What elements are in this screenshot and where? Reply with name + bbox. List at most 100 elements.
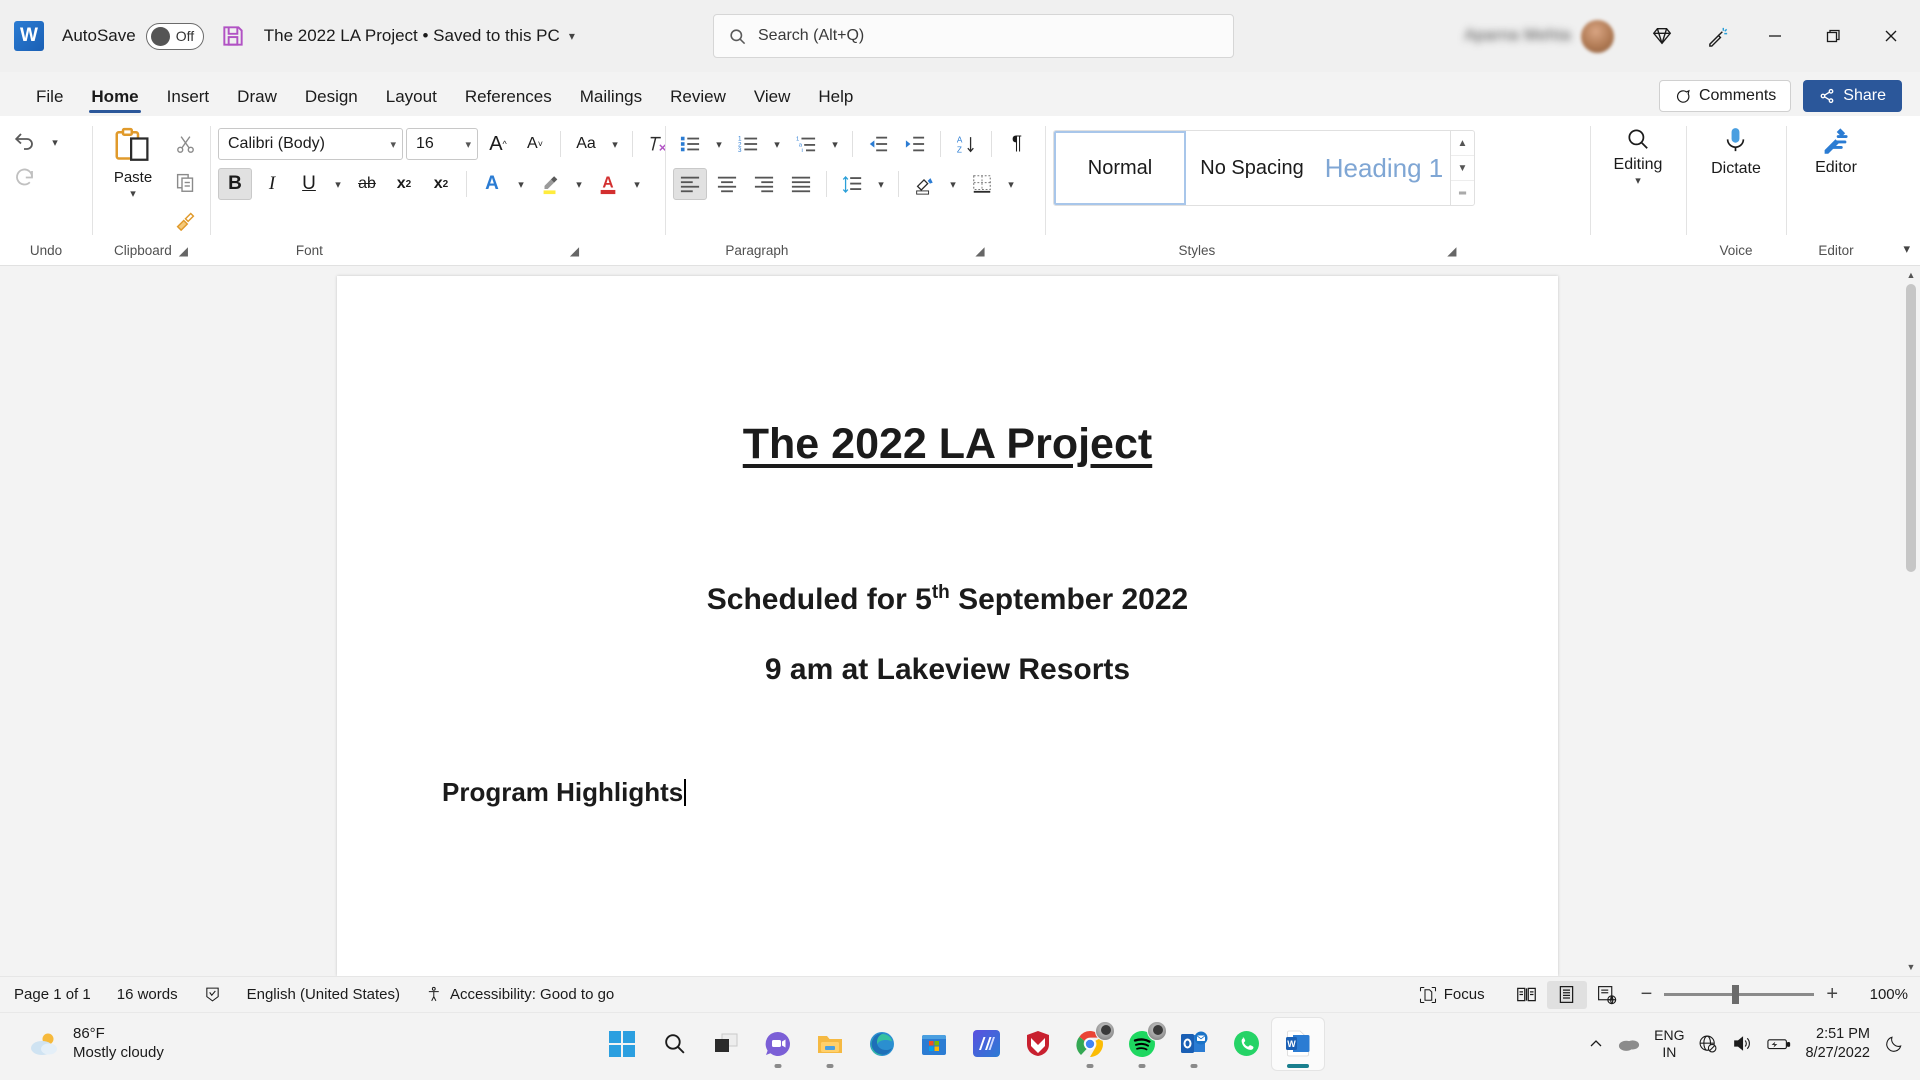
style-no-spacing[interactable]: No Spacing	[1186, 131, 1318, 205]
scroll-down-icon[interactable]: ▼	[1902, 958, 1920, 976]
mcafee-button[interactable]	[1012, 1018, 1064, 1070]
moon-icon[interactable]	[1884, 1034, 1904, 1054]
zoom-slider[interactable]	[1664, 993, 1814, 996]
style-normal[interactable]: Normal	[1054, 131, 1186, 205]
ribbon-collapse-icon[interactable]: ▾	[1903, 241, 1910, 257]
accessibility-status[interactable]: Accessibility: Good to go	[426, 986, 614, 1003]
styles-more-icon[interactable]: ═	[1451, 180, 1474, 205]
web-layout-view-button[interactable]	[1587, 981, 1627, 1009]
word-count[interactable]: 16 words	[117, 986, 178, 1003]
minimize-button[interactable]	[1746, 0, 1804, 72]
teams-chat-button[interactable]	[752, 1018, 804, 1070]
onedrive-icon[interactable]	[1618, 1036, 1640, 1052]
dictate-button[interactable]: Dictate	[1711, 126, 1761, 178]
subscript-icon[interactable]: x2	[387, 168, 421, 200]
microsoft-word-button[interactable]: W	[1272, 1018, 1324, 1070]
zoom-slider-thumb[interactable]	[1732, 985, 1739, 1004]
font-dialog-launcher-icon[interactable]: ◢	[570, 244, 579, 258]
paragraph-dialog-launcher-icon[interactable]: ◢	[975, 244, 984, 258]
restore-button[interactable]	[1804, 0, 1862, 72]
avatar[interactable]	[1581, 20, 1614, 53]
document-title[interactable]: The 2022 LA Project • Saved to this PC	[264, 26, 560, 46]
diamond-icon[interactable]	[1634, 0, 1690, 72]
language-indicator-tray[interactable]: ENG IN	[1654, 1027, 1684, 1059]
weather-widget[interactable]: 86°F Mostly cloudy	[0, 1025, 164, 1063]
borders-dropdown-icon[interactable]: ▾	[1002, 168, 1020, 200]
search-input[interactable]: Search (Alt+Q)	[713, 14, 1234, 58]
file-explorer-button[interactable]	[804, 1018, 856, 1070]
task-view-button[interactable]	[700, 1018, 752, 1070]
tab-references[interactable]: References	[451, 87, 566, 116]
font-color-dropdown-icon[interactable]: ▾	[628, 168, 646, 200]
bold-icon[interactable]: B	[218, 168, 252, 200]
read-mode-view-button[interactable]	[1507, 981, 1547, 1009]
outlook-button[interactable]	[1168, 1018, 1220, 1070]
scrollbar-thumb[interactable]	[1906, 284, 1916, 572]
zoom-in-button[interactable]: +	[1826, 983, 1838, 1006]
tab-view[interactable]: View	[740, 87, 805, 116]
editing-button[interactable]: Editing ▾	[1614, 126, 1663, 187]
paste-dropdown-icon[interactable]: ▾	[130, 187, 136, 200]
volume-icon[interactable]	[1732, 1034, 1753, 1053]
align-center-icon[interactable]	[710, 168, 744, 200]
editing-dropdown-icon[interactable]: ▾	[1635, 174, 1641, 187]
microsoft-store-button[interactable]	[908, 1018, 960, 1070]
editor-button[interactable]: Editor	[1815, 126, 1857, 177]
borders-icon[interactable]	[965, 168, 999, 200]
app-m-button[interactable]	[960, 1018, 1012, 1070]
undo-icon[interactable]	[8, 126, 42, 158]
increase-indent-icon[interactable]	[898, 128, 932, 160]
tab-help[interactable]: Help	[804, 87, 867, 116]
style-heading-1[interactable]: Heading 1	[1318, 131, 1450, 205]
show-marks-icon[interactable]: ¶	[1000, 128, 1034, 160]
chevron-up-icon[interactable]	[1588, 1036, 1604, 1052]
sort-icon[interactable]: A Z	[949, 128, 983, 160]
cut-icon[interactable]	[168, 128, 202, 160]
undo-dropdown-icon[interactable]: ▾	[46, 126, 64, 158]
comments-button[interactable]: Comments	[1659, 80, 1791, 112]
google-chrome-button[interactable]	[1064, 1018, 1116, 1070]
copy-icon[interactable]	[168, 166, 202, 198]
chevron-down-icon[interactable]: ▾	[569, 29, 575, 43]
grow-font-icon[interactable]: A^	[481, 128, 515, 160]
multilevel-list-icon[interactable]: 1 a i	[789, 128, 823, 160]
tab-mailings[interactable]: Mailings	[566, 87, 656, 116]
tab-home[interactable]: Home	[77, 87, 152, 116]
font-name-combo[interactable]: Calibri (Body) ▾	[218, 128, 403, 160]
format-painter-icon[interactable]	[168, 204, 202, 236]
styles-scroll-down-icon[interactable]: ▼	[1451, 155, 1474, 180]
page-number[interactable]: Page 1 of 1	[14, 986, 91, 1003]
share-button[interactable]: Share	[1803, 80, 1902, 112]
taskbar-search-button[interactable]	[648, 1018, 700, 1070]
whatsapp-button[interactable]	[1220, 1018, 1272, 1070]
line-spacing-icon[interactable]	[835, 168, 869, 200]
language-indicator[interactable]: English (United States)	[247, 986, 400, 1003]
focus-button[interactable]: Focus	[1419, 986, 1485, 1004]
text-effects-dropdown-icon[interactable]: ▾	[512, 168, 530, 200]
line-spacing-dropdown-icon[interactable]: ▾	[872, 168, 890, 200]
decrease-indent-icon[interactable]	[861, 128, 895, 160]
save-icon[interactable]	[220, 23, 246, 49]
text-effects-icon[interactable]: A	[475, 168, 509, 200]
zoom-control[interactable]: − + 100%	[1641, 983, 1908, 1006]
battery-icon[interactable]	[1767, 1036, 1791, 1052]
superscript-icon[interactable]: x2	[424, 168, 458, 200]
network-disconnected-icon[interactable]	[1698, 1034, 1718, 1054]
bullets-dropdown-icon[interactable]: ▾	[710, 128, 728, 160]
align-left-icon[interactable]	[673, 168, 707, 200]
italic-icon[interactable]: I	[255, 168, 289, 200]
shrink-font-icon[interactable]: A˅	[518, 128, 552, 160]
document-page[interactable]: The 2022 LA Project Scheduled for 5th Se…	[337, 276, 1558, 976]
styles-scroll-up-icon[interactable]: ▲	[1451, 131, 1474, 155]
tab-file[interactable]: File	[22, 87, 77, 116]
change-case-dropdown-icon[interactable]: ▾	[606, 128, 624, 160]
tab-draw[interactable]: Draw	[223, 87, 291, 116]
magic-pen-icon[interactable]	[1690, 0, 1746, 72]
print-layout-view-button[interactable]	[1547, 981, 1587, 1009]
font-color-icon[interactable]: A	[591, 168, 625, 200]
zoom-out-button[interactable]: −	[1641, 983, 1653, 1006]
align-right-icon[interactable]	[747, 168, 781, 200]
multilevel-dropdown-icon[interactable]: ▾	[826, 128, 844, 160]
tab-insert[interactable]: Insert	[153, 87, 224, 116]
redo-icon[interactable]	[8, 162, 42, 194]
